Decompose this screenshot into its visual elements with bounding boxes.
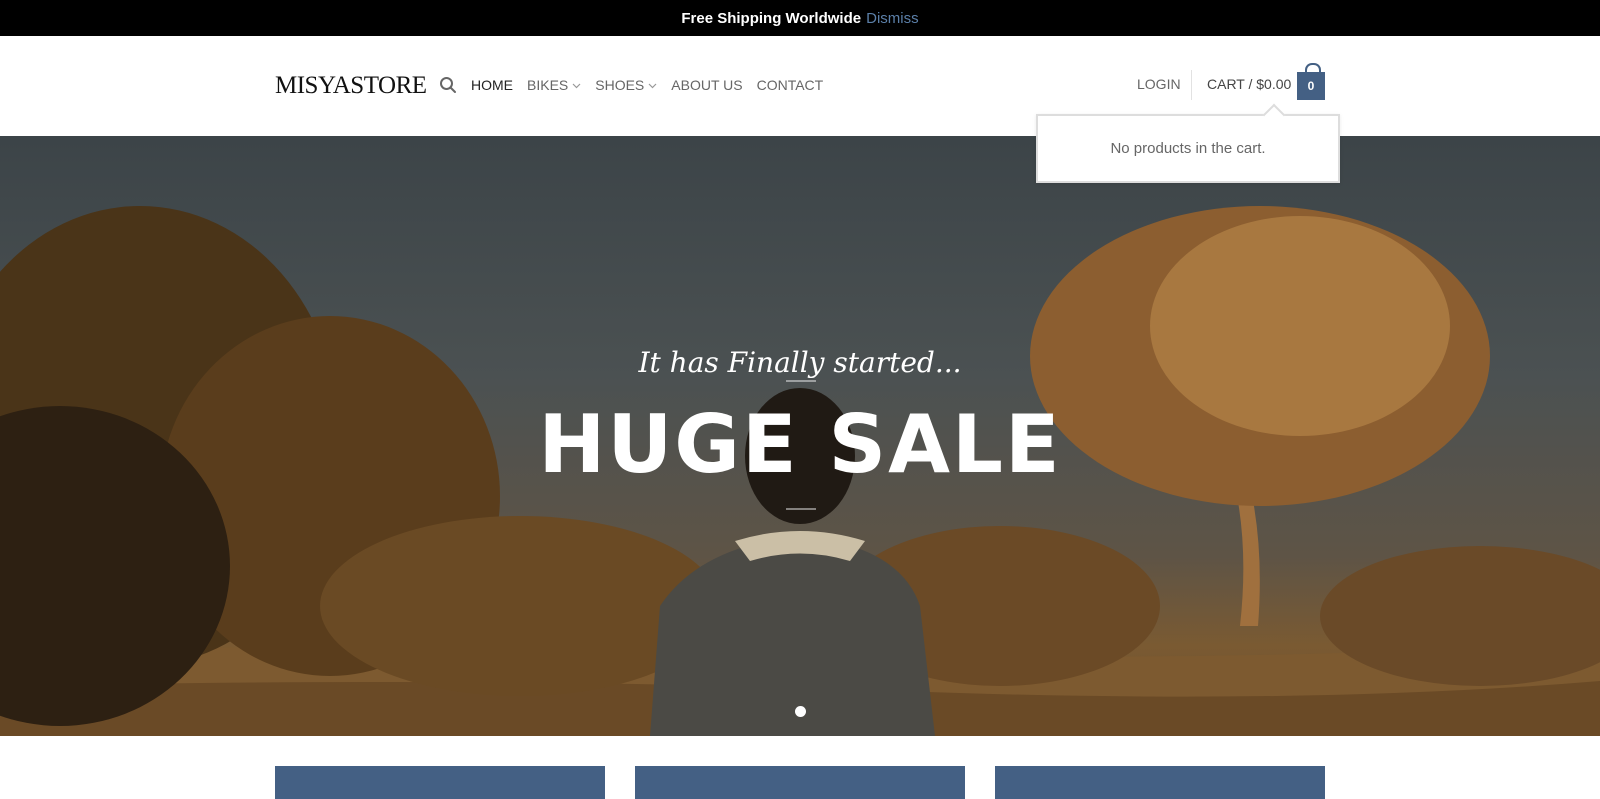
- cart-empty-message: No products in the cart.: [1110, 140, 1266, 157]
- hero-divider-bottom: [786, 508, 816, 510]
- banner-box-2[interactable]: [635, 766, 965, 799]
- banner-box-1[interactable]: [275, 766, 605, 799]
- nav-about-us[interactable]: ABOUT US: [671, 76, 742, 94]
- notice-text: Free Shipping Worldwide: [681, 9, 862, 27]
- chevron-down-icon: [648, 83, 657, 88]
- hero-kicker: It has Finally started...: [638, 346, 962, 379]
- nav-bikes-label: BIKES: [527, 77, 569, 93]
- slider-dot[interactable]: [795, 706, 806, 717]
- nav-contact[interactable]: CONTACT: [757, 76, 824, 94]
- nav-home[interactable]: HOME: [471, 76, 513, 94]
- nav-shoes-label: SHOES: [595, 77, 645, 93]
- cart-link[interactable]: CART / $0.00: [1207, 76, 1291, 92]
- header-divider: [1191, 70, 1192, 100]
- cart-dropdown: No products in the cart.: [1036, 114, 1340, 183]
- banner-box-3[interactable]: [995, 766, 1325, 799]
- hero-divider-top: [786, 380, 816, 382]
- search-icon[interactable]: [439, 76, 457, 94]
- hero-title: HUGE SALE: [538, 398, 1062, 491]
- site-header: MISYASTORE HOME BIKES SHOES ABOUT US CON…: [0, 36, 1600, 136]
- nav-home-label: HOME: [471, 77, 513, 93]
- nav-contact-label: CONTACT: [756, 77, 824, 93]
- dismiss-link[interactable]: Dismiss: [866, 10, 919, 27]
- main-nav: HOME BIKES SHOES ABOUT US CONTACT: [471, 76, 837, 94]
- chevron-down-icon: [572, 83, 581, 88]
- notice-bar: Free Shipping Worldwide Dismiss: [0, 0, 1600, 36]
- login-link[interactable]: LOGIN: [1137, 76, 1181, 92]
- site-logo[interactable]: MISYASTORE: [275, 72, 427, 100]
- nav-bikes[interactable]: BIKES: [527, 76, 581, 94]
- hero-slider: It has Finally started... HUGE SALE: [0, 136, 1600, 736]
- cart-bag-icon[interactable]: 0: [1297, 63, 1325, 100]
- nav-about-us-label: ABOUT US: [671, 77, 743, 93]
- cart-count: 0: [1307, 79, 1315, 93]
- nav-shoes[interactable]: SHOES: [595, 76, 657, 94]
